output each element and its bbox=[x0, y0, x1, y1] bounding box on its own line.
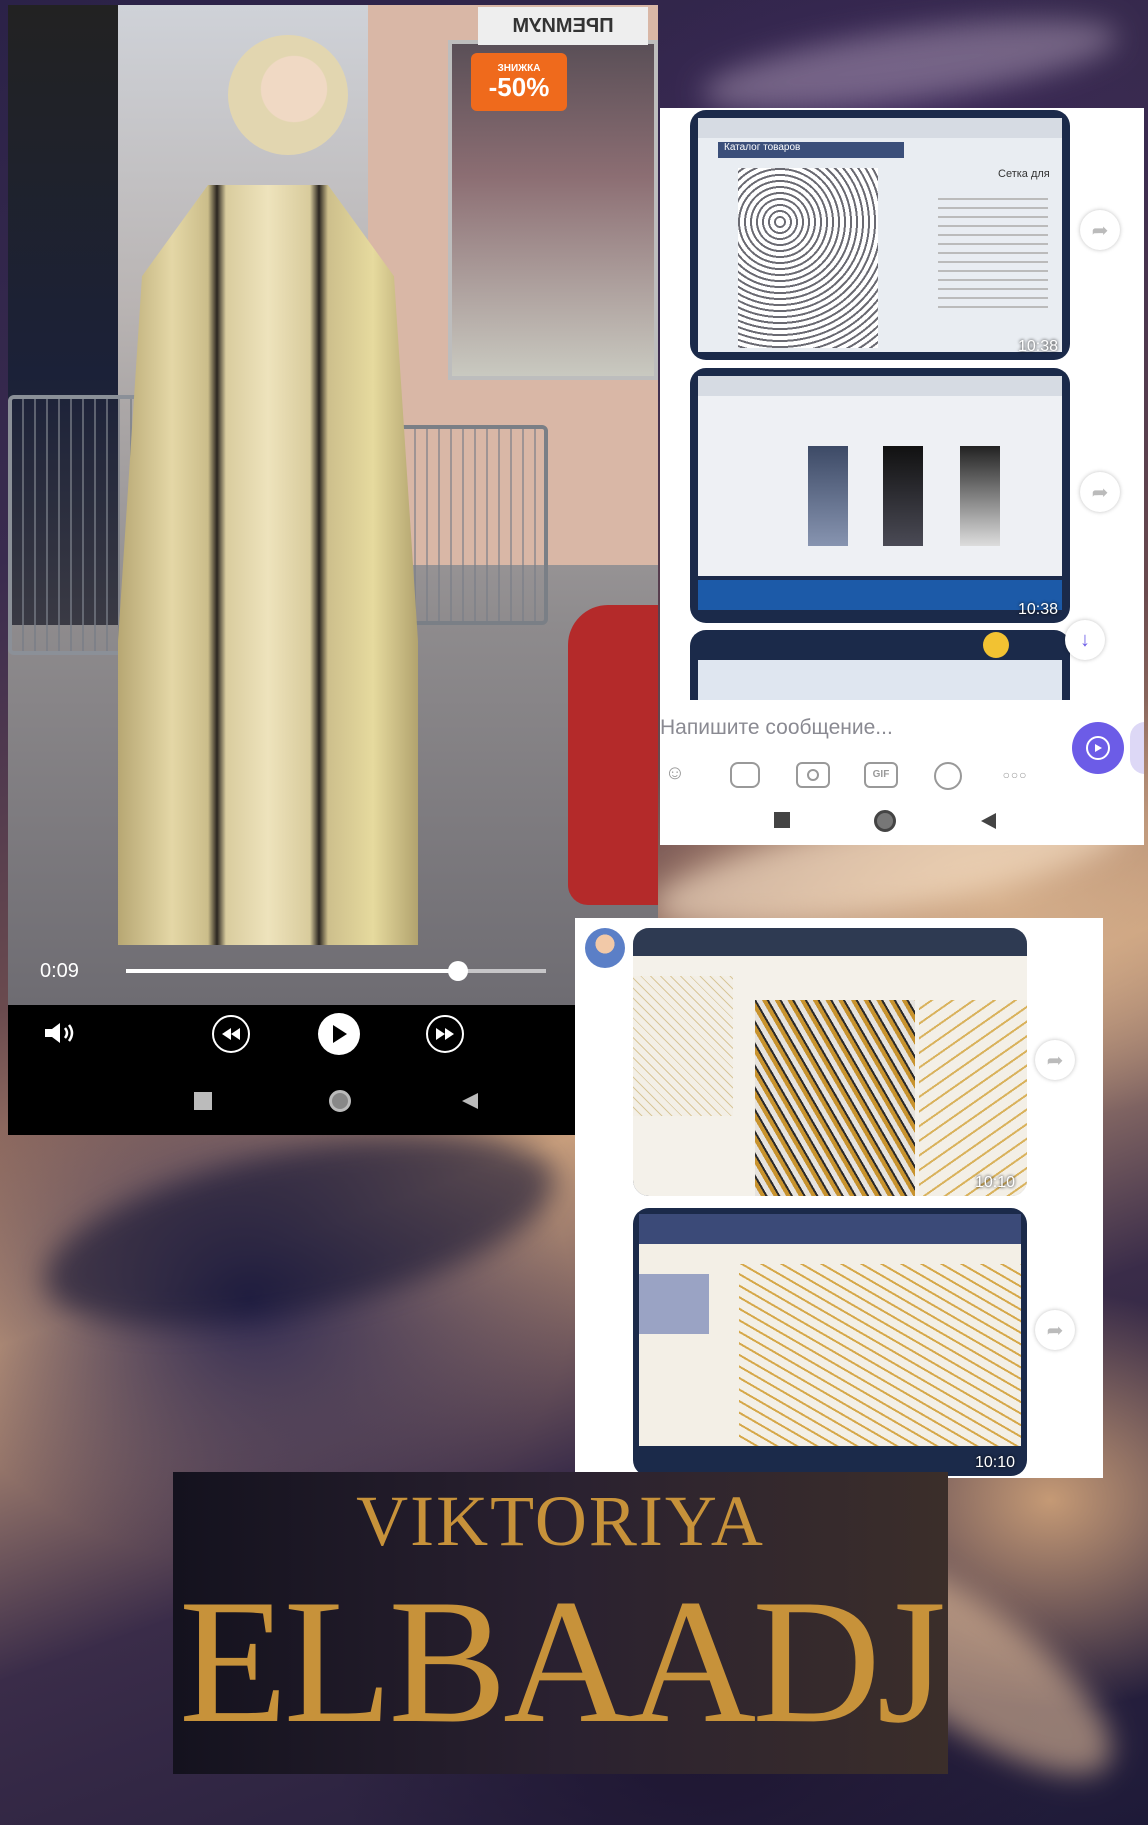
volume-icon[interactable] bbox=[40, 1013, 80, 1053]
forward-icon[interactable] bbox=[426, 1015, 464, 1053]
send-icon[interactable] bbox=[1072, 722, 1124, 774]
square-icon[interactable] bbox=[774, 812, 790, 828]
message-time: 10:10 bbox=[974, 1174, 1015, 1191]
store-sign: ПРЕМИУМ bbox=[478, 7, 648, 45]
gif-icon[interactable]: GIF bbox=[864, 762, 898, 788]
browser-bar bbox=[633, 928, 1027, 956]
circle-icon[interactable] bbox=[874, 810, 896, 832]
video-controls: 0:09 bbox=[8, 960, 658, 1135]
message-time: 10:38 bbox=[1017, 601, 1058, 618]
photo-of-monitor: Каталог товаров Сетка для bbox=[698, 118, 1062, 352]
lace-swatch bbox=[919, 1000, 1027, 1196]
image-message[interactable]: 10:10 bbox=[633, 928, 1027, 1196]
video-frame[interactable]: ПРЕМИУМ ЗНИЖКА -50% bbox=[8, 5, 658, 1005]
photo-of-monitor bbox=[633, 928, 1027, 1196]
voice-button[interactable] bbox=[1130, 722, 1144, 774]
composer: Напишите сообщение... ☺ GIF ○○○ bbox=[660, 700, 1144, 845]
browser-bar bbox=[698, 376, 1062, 396]
gallery-icon[interactable] bbox=[730, 762, 760, 788]
circle-icon[interactable] bbox=[326, 1087, 354, 1115]
lace-swatch bbox=[739, 1264, 1021, 1446]
browser-bar bbox=[639, 1214, 1021, 1244]
video-player: ПРЕМИУМ ЗНИЖКА -50% 0:09 bbox=[8, 5, 658, 1135]
timer-icon[interactable] bbox=[934, 762, 962, 790]
current-time: 0:09 bbox=[40, 959, 79, 982]
image-message[interactable]: 10:10 bbox=[633, 1208, 1027, 1476]
share-icon[interactable]: ➦ bbox=[1080, 210, 1120, 250]
progress-fill bbox=[126, 969, 458, 973]
product-thumb bbox=[883, 446, 923, 546]
sticker-icon[interactable]: ☺ bbox=[660, 762, 690, 792]
brand-banner: VIKTORIYA ELBAADJ bbox=[173, 1472, 948, 1774]
red-coat bbox=[568, 605, 658, 905]
back-triangle-icon[interactable] bbox=[980, 812, 998, 830]
fabric-fold bbox=[29, 1097, 571, 1363]
emoji-icon bbox=[983, 632, 1009, 658]
site-nav: Каталог товаров bbox=[718, 142, 904, 158]
product-description bbox=[938, 198, 1048, 308]
sale-sign: ЗНИЖКА -50% bbox=[471, 53, 567, 111]
image-message[interactable]: Каталог товаров Сетка для 10:38 bbox=[690, 110, 1070, 360]
browser-bar bbox=[698, 118, 1062, 138]
lace-swatch bbox=[738, 168, 878, 348]
back-triangle-icon[interactable] bbox=[460, 1091, 480, 1111]
progress-track[interactable] bbox=[126, 961, 546, 981]
brand-first-name: VIKTORIYA bbox=[356, 1481, 765, 1561]
chat-panel-bottom: 10:10 ➦ 10:10 ➦ bbox=[575, 918, 1103, 1478]
more-icon[interactable]: ○○○ bbox=[998, 762, 1032, 788]
image-message[interactable] bbox=[690, 630, 1070, 700]
taskbar bbox=[698, 580, 1062, 610]
message-time: 10:10 bbox=[974, 1454, 1015, 1471]
share-icon[interactable]: ➦ bbox=[1035, 1040, 1075, 1080]
photo-of-monitor bbox=[698, 376, 1062, 576]
product-thumb bbox=[639, 1274, 709, 1334]
photo-of-monitor bbox=[639, 1214, 1021, 1446]
lace-swatch bbox=[755, 1000, 915, 1196]
chat-panel-top: Каталог товаров Сетка для 10:38 ➦ 10:38 … bbox=[660, 108, 1144, 845]
arrow-down-icon[interactable]: ↓ bbox=[1065, 620, 1105, 660]
avatar bbox=[585, 928, 625, 968]
brand-last-name: ELBAADJ bbox=[178, 1562, 946, 1760]
image-message[interactable]: 10:38 bbox=[690, 368, 1070, 623]
product-title: Сетка для bbox=[998, 168, 1050, 180]
share-icon[interactable]: ➦ bbox=[1080, 472, 1120, 512]
lace-swatch bbox=[633, 976, 733, 1116]
share-icon[interactable]: ➦ bbox=[1035, 1310, 1075, 1350]
model-dress bbox=[118, 185, 418, 945]
product-thumb bbox=[808, 446, 848, 546]
play-icon[interactable] bbox=[318, 1013, 360, 1055]
message-time: 10:38 bbox=[1017, 338, 1058, 355]
model-head bbox=[228, 35, 348, 155]
progress-thumb[interactable] bbox=[447, 961, 468, 981]
square-icon[interactable] bbox=[193, 1091, 213, 1111]
message-input[interactable]: Напишите сообщение... bbox=[660, 716, 893, 740]
camera-icon[interactable] bbox=[796, 762, 830, 788]
product-thumb bbox=[960, 446, 1000, 546]
photo-of-monitor bbox=[698, 660, 1062, 700]
rewind-icon[interactable] bbox=[212, 1015, 250, 1053]
composer-toolbar: ☺ GIF ○○○ bbox=[660, 762, 1060, 792]
